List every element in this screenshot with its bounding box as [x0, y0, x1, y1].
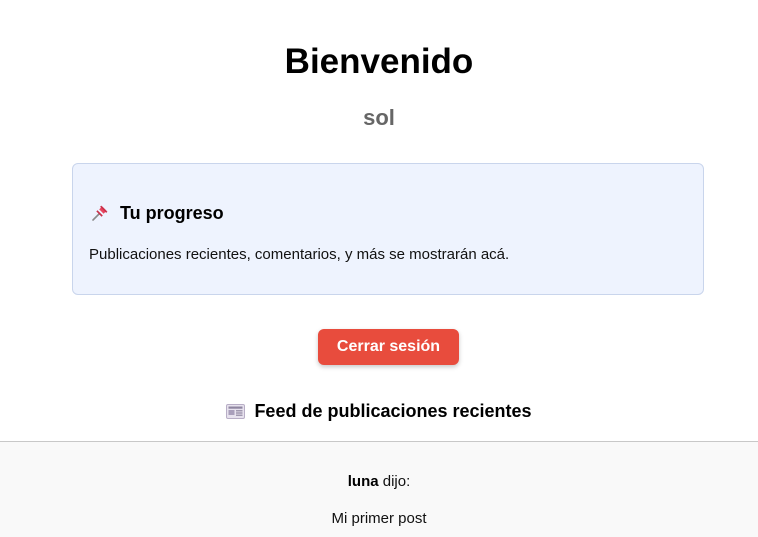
- logout-button[interactable]: Cerrar sesión: [318, 329, 459, 365]
- progress-card: Tu progreso Publicaciones recientes, com…: [72, 163, 704, 295]
- username-label: sol: [363, 105, 395, 130]
- progress-heading: Tu progreso: [90, 202, 224, 224]
- post-author: luna: [347, 473, 379, 490]
- feed-heading: Feed de publicaciones recientes: [0, 400, 758, 422]
- progress-heading-label: Tu progreso: [120, 203, 224, 223]
- pushpin-icon: [90, 203, 110, 223]
- feed-heading-label: Feed de publicaciones recientes: [254, 401, 532, 421]
- post-content: Mi primer post: [331, 510, 427, 527]
- page-title: Bienvenido: [284, 42, 474, 81]
- progress-description: Publicaciones recientes, comentarios, y …: [89, 246, 510, 263]
- post-author-line: luna dijo:: [0, 472, 758, 492]
- dashboard-page: Bienvenido sol Tu progreso Publicaciones…: [0, 0, 758, 537]
- feed-list: luna dijo: Mi primer post: [0, 441, 758, 537]
- post-verb: dijo:: [378, 473, 411, 490]
- newspaper-icon: [226, 403, 246, 420]
